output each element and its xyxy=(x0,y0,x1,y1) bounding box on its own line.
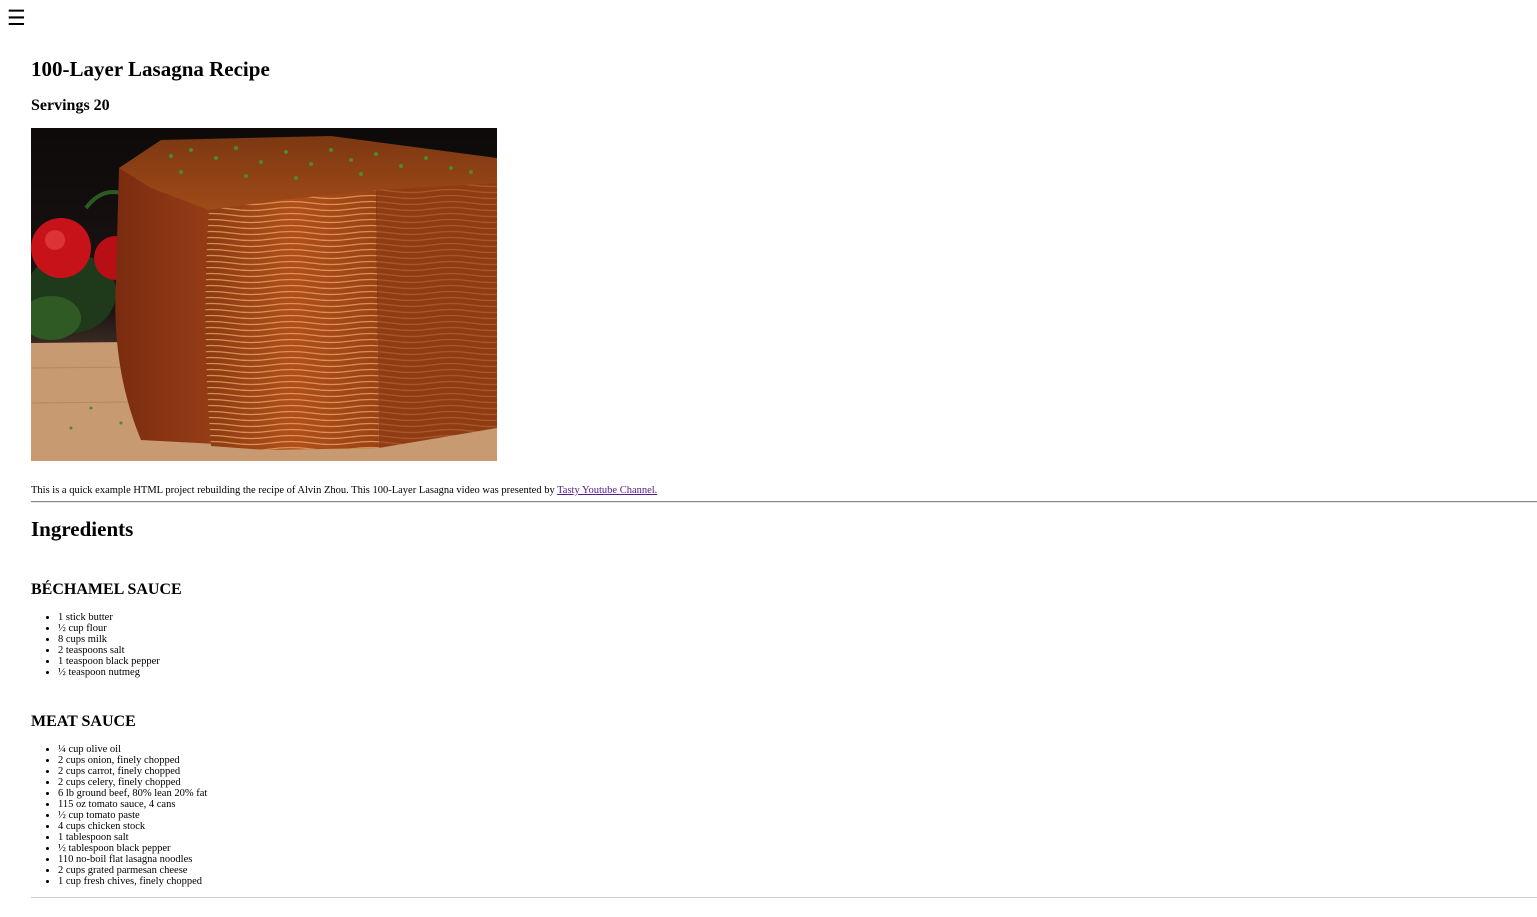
section-divider xyxy=(31,501,1537,503)
list-item: 2 teaspoons salt xyxy=(58,645,160,656)
list-item: 1 cup fresh chives, finely chopped xyxy=(58,876,207,887)
list-item: ½ teaspoon nutmeg xyxy=(58,667,160,678)
list-item: 2 cups celery, finely chopped xyxy=(58,777,207,788)
bechamel-heading: BÉCHAMEL SAUCE xyxy=(31,581,182,598)
tasty-youtube-link[interactable]: Tasty Youtube Channel. xyxy=(557,485,657,496)
list-item: ½ cup tomato paste xyxy=(58,810,207,821)
list-item: 115 oz tomato sauce, 4 cans xyxy=(58,799,207,810)
intro-text: This is a quick example HTML project reb… xyxy=(31,485,558,496)
page-title: 100-Layer Lasagna Recipe xyxy=(31,57,270,81)
list-item: ¼ cup olive oil xyxy=(58,744,207,755)
list-item: 8 cups milk xyxy=(58,634,160,645)
meat-sauce-heading: MEAT SAUCE xyxy=(31,713,136,730)
list-item: 1 stick butter xyxy=(58,612,160,623)
list-item: 2 cups carrot, finely chopped xyxy=(58,766,207,777)
ingredients-heading: Ingredients xyxy=(31,517,134,541)
section-divider-bottom xyxy=(31,897,1537,898)
bechamel-list: 1 stick butter ½ cup flour 8 cups milk 2… xyxy=(31,612,160,678)
servings-label: Servings 20 xyxy=(31,97,110,114)
hamburger-menu-icon[interactable]: ☰ xyxy=(7,6,26,30)
list-item: 1 tablespoon salt xyxy=(58,832,207,843)
list-item: 1 teaspoon black pepper xyxy=(58,656,160,667)
list-item: ½ tablespoon black pepper xyxy=(58,843,207,854)
list-item: 110 no-boil flat lasagna noodles xyxy=(58,854,207,865)
list-item: 6 lb ground beef, 80% lean 20% fat xyxy=(58,788,207,799)
list-item: 2 cups onion, finely chopped xyxy=(58,755,207,766)
lasagna-image xyxy=(31,128,497,461)
list-item: 4 cups chicken stock xyxy=(58,821,207,832)
intro-paragraph: This is a quick example HTML project reb… xyxy=(31,485,657,497)
list-item: 2 cups grated parmesan cheese xyxy=(58,865,207,876)
meat-sauce-list: ¼ cup olive oil 2 cups onion, finely cho… xyxy=(31,744,207,887)
list-item: ½ cup flour xyxy=(58,623,160,634)
